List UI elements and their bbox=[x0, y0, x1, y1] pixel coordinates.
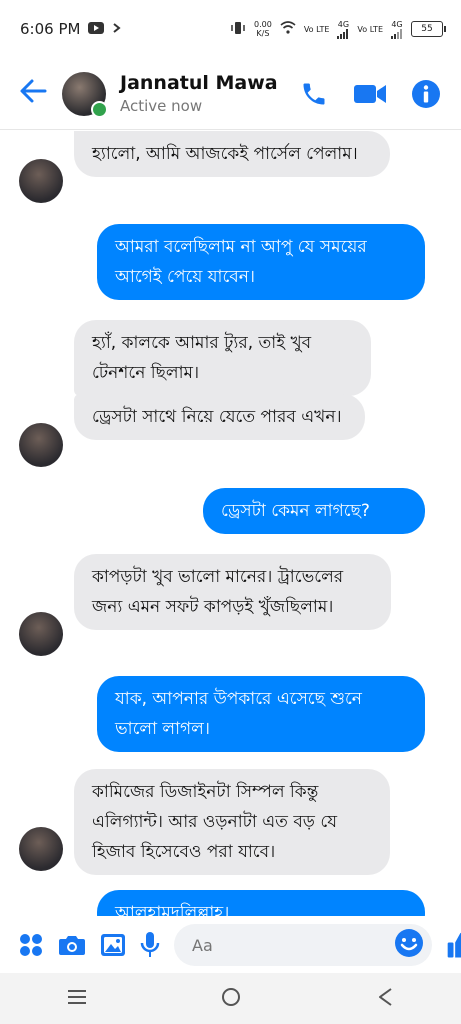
contact-avatar[interactable] bbox=[62, 71, 108, 118]
thumbs-up-icon bbox=[447, 932, 461, 958]
message-bubble-incoming[interactable]: ড্রেসটা সাথে নিয়ে যেতে পারব এখন। bbox=[74, 394, 365, 440]
contact-info[interactable]: Jannatul Mawa Active now bbox=[120, 72, 297, 115]
message-bubble-outgoing[interactable]: যাক, আপনার উপকারে এসেছে শুনে ভালো লাগল। bbox=[97, 676, 425, 752]
menu-lines-icon bbox=[68, 989, 87, 1004]
net-speed: 0.00 K/S bbox=[254, 20, 272, 38]
image-icon bbox=[101, 934, 125, 956]
message-input-container[interactable] bbox=[174, 924, 432, 966]
camera-button[interactable] bbox=[58, 930, 86, 960]
audio-call-button[interactable] bbox=[297, 77, 331, 111]
conversation-header: Jannatul Mawa Active now bbox=[0, 58, 461, 130]
clock: 6:06 PM bbox=[20, 20, 81, 38]
sender-avatar[interactable] bbox=[19, 423, 63, 467]
contact-status: Active now bbox=[120, 97, 203, 115]
message-bubble-incoming[interactable]: হ্যালো, আমি আজকেই পার্সেল পেলাম। bbox=[74, 131, 390, 177]
arrow-left-icon bbox=[20, 79, 47, 102]
info-icon bbox=[412, 79, 440, 108]
more-actions-button[interactable] bbox=[18, 930, 44, 960]
wifi-icon bbox=[280, 21, 296, 37]
video-camera-icon bbox=[354, 84, 386, 103]
online-indicator bbox=[91, 100, 108, 118]
system-back-button[interactable] bbox=[375, 986, 395, 1012]
circle-icon bbox=[222, 987, 241, 1006]
smiley-icon bbox=[395, 929, 423, 957]
phone-icon bbox=[303, 83, 325, 104]
message-bubble-incoming[interactable]: হ্যাঁ, কালকে আমার ট্যুর, তাই খুব টেনশনে … bbox=[74, 320, 371, 396]
contact-name: Jannatul Mawa bbox=[120, 72, 278, 94]
like-button[interactable] bbox=[446, 930, 461, 960]
sender-avatar[interactable] bbox=[19, 827, 63, 871]
status-bar: 6:06 PM 0.00 K/S Vo LTE 4G Vo LTE 4G 55 bbox=[0, 0, 461, 58]
triangle-back-icon bbox=[378, 987, 392, 1006]
message-composer bbox=[0, 917, 461, 973]
sim2-network: 4G bbox=[391, 20, 403, 39]
sim1-label: Vo LTE bbox=[303, 24, 330, 34]
message-bubble-outgoing[interactable]: ড্রেসটা কেমন লাগছে? bbox=[203, 488, 425, 534]
message-input[interactable] bbox=[190, 934, 394, 956]
youtube-icon bbox=[88, 20, 105, 38]
voice-message-button[interactable] bbox=[140, 930, 160, 960]
four-dots-icon bbox=[20, 934, 42, 956]
microphone-icon bbox=[140, 932, 160, 957]
system-navigation-bar bbox=[0, 973, 461, 1024]
recent-apps-button[interactable] bbox=[66, 988, 88, 1010]
video-call-button[interactable] bbox=[353, 77, 387, 111]
info-button[interactable] bbox=[409, 77, 443, 111]
message-list[interactable]: হ্যালো, আমি আজকেই পার্সেল পেলাম। আমরা বল… bbox=[0, 131, 461, 916]
sim1-network: 4G bbox=[337, 20, 349, 39]
camera-icon bbox=[59, 936, 85, 955]
sender-avatar[interactable] bbox=[19, 612, 63, 656]
emoji-button[interactable] bbox=[394, 928, 424, 962]
message-bubble-incoming[interactable]: কাপড়টা খুব ভালো মানের। ট্রাভেলের জন্য এ… bbox=[74, 554, 391, 630]
message-bubble-outgoing[interactable]: আলহামদুলিল্লাহ। bbox=[97, 890, 425, 916]
message-bubble-incoming[interactable]: কামিজের ডিজাইনটা সিম্পল কিন্তু এলিগ্যান্… bbox=[74, 769, 390, 875]
battery-indicator: 55 bbox=[411, 21, 446, 37]
cast-icon bbox=[112, 20, 124, 38]
back-button[interactable] bbox=[18, 76, 62, 112]
sim2-label: Vo LTE bbox=[357, 24, 383, 34]
gallery-button[interactable] bbox=[100, 930, 126, 960]
vibrate-icon bbox=[230, 21, 246, 38]
home-button[interactable] bbox=[220, 986, 242, 1012]
message-bubble-outgoing[interactable]: আমরা বলেছিলাম না আপু যে সময়ের আগেই পেয়… bbox=[97, 224, 425, 300]
sender-avatar[interactable] bbox=[19, 159, 63, 203]
